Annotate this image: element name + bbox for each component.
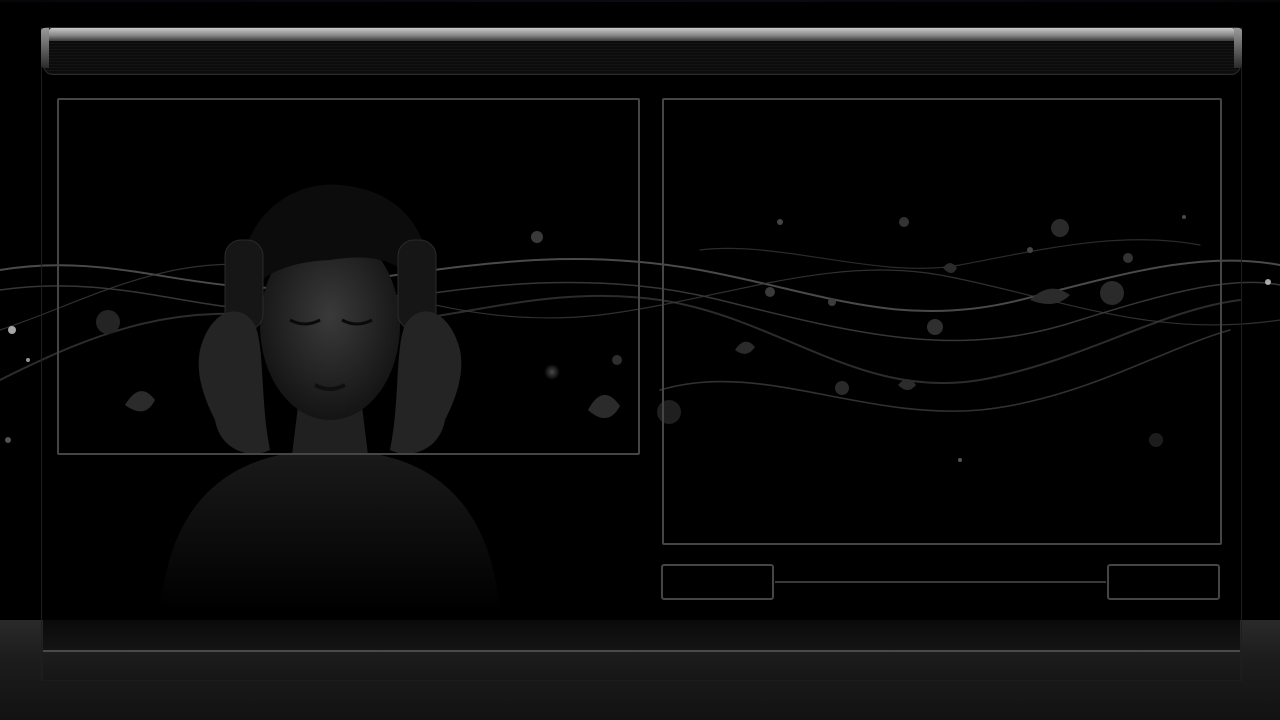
bottom-strip xyxy=(43,652,1240,680)
title-bar-shine xyxy=(49,28,1235,41)
window-title xyxy=(60,44,1220,72)
next-button[interactable] xyxy=(1107,564,1220,600)
previous-button[interactable] xyxy=(661,564,774,600)
title-bar-left-cap xyxy=(41,28,49,68)
app-screen xyxy=(0,0,1280,720)
right-media-frame[interactable] xyxy=(662,98,1222,545)
progress-track[interactable] xyxy=(775,581,1106,583)
left-media-frame[interactable] xyxy=(57,98,640,455)
title-bar-right-cap xyxy=(1234,28,1242,68)
bottom-bar xyxy=(43,620,1240,652)
